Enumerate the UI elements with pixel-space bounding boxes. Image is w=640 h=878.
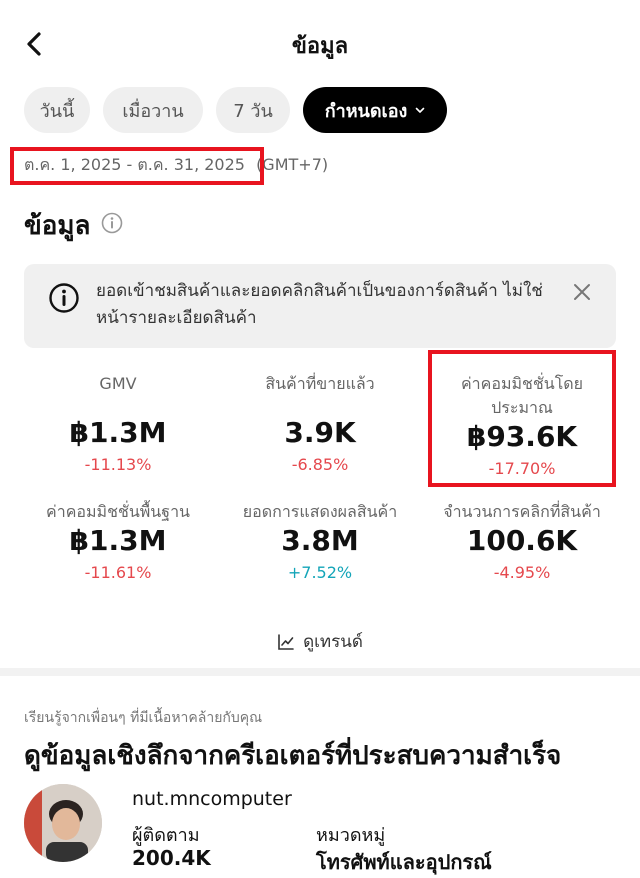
- metric-product-impressions[interactable]: ยอดการแสดงผลสินค้า 3.8M +7.52%: [220, 500, 420, 582]
- close-button[interactable]: [572, 282, 592, 302]
- notice-text: ยอดเข้าชมสินค้าและยอดคลิกสินค้าเป็นของกา…: [96, 281, 543, 328]
- metric-label: ยอดการแสดงผลสินค้า: [242, 502, 398, 521]
- view-trend-button[interactable]: ดูเทรนด์: [0, 628, 640, 655]
- metric-product-clicks[interactable]: จำนวนการคลิกที่สินค้า 100.6K -4.95%: [422, 500, 622, 582]
- learn-subtitle: เรียนรู้จากเพื่อนๆ ที่มีเนื้อหาคล้ายกับค…: [24, 710, 263, 726]
- avatar[interactable]: [24, 784, 102, 862]
- category-value: โทรศัพท์และอุปกรณ์: [316, 850, 492, 874]
- chip-custom-label: กำหนดเอง: [324, 100, 408, 122]
- page-title: ข้อมูล: [291, 34, 349, 59]
- section-title: ข้อมูล: [24, 211, 91, 241]
- metric-base-commission[interactable]: ค่าคอมมิชชั่นพื้นฐาน ฿1.3M -11.61%: [18, 500, 218, 582]
- info-notice: ยอดเข้าชมสินค้าและยอดคลิกสินค้าเป็นของกา…: [24, 264, 616, 348]
- metric-value: 3.9K: [284, 416, 356, 449]
- chip-today[interactable]: วันนี้: [24, 87, 90, 133]
- metric-change: -4.95%: [493, 563, 551, 582]
- date-filter-chips: วันนี้ เมื่อวาน 7 วัน กำหนดเอง: [24, 87, 447, 133]
- commission-highlight: [428, 350, 616, 487]
- metric-change: -11.13%: [84, 455, 152, 474]
- close-icon: [574, 284, 590, 300]
- category-label: หมวดหมู่: [316, 825, 386, 846]
- chip-custom[interactable]: กำหนดเอง: [303, 87, 447, 133]
- info-icon[interactable]: [101, 212, 123, 234]
- metric-items-sold[interactable]: สินค้าที่ขายแล้ว 3.9K -6.85%: [220, 372, 420, 474]
- section-divider: [0, 668, 640, 676]
- metric-label: สินค้าที่ขายแล้ว: [265, 374, 375, 393]
- chip-7-days[interactable]: 7 วัน: [216, 87, 290, 133]
- info-circle-icon: [48, 282, 80, 314]
- creator-name[interactable]: nut.mncomputer: [132, 788, 292, 810]
- metric-value: 100.6K: [466, 524, 578, 557]
- followers-label: ผู้ติดตาม: [132, 825, 200, 846]
- metric-change: -6.85%: [291, 455, 349, 474]
- date-range-highlight: [10, 147, 264, 185]
- metric-label: ค่าคอมมิชชั่นพื้นฐาน: [46, 502, 190, 521]
- metric-value: ฿1.3M: [69, 524, 167, 557]
- metric-value: 3.8M: [281, 524, 359, 557]
- chip-yesterday[interactable]: เมื่อวาน: [103, 87, 203, 133]
- view-trend-label: ดูเทรนด์: [303, 632, 363, 652]
- metric-label: GMV: [99, 374, 137, 393]
- followers-value: 200.4K: [132, 846, 211, 870]
- metric-change: +7.52%: [287, 563, 353, 582]
- metric-gmv[interactable]: GMV ฿1.3M -11.13%: [18, 372, 218, 474]
- metric-change: -11.61%: [84, 563, 152, 582]
- top-bar: ข้อมูล: [0, 0, 640, 88]
- chevron-down-icon: [416, 107, 425, 113]
- metric-value: ฿1.3M: [69, 416, 167, 449]
- trend-chart-icon: [278, 633, 294, 650]
- timezone-text: (GMT+7): [256, 155, 329, 174]
- metric-label: จำนวนการคลิกที่สินค้า: [443, 502, 601, 521]
- learn-title: ดูข้อมูลเชิงลึกจากครีเอเตอร์ที่ประสบความ…: [24, 741, 562, 771]
